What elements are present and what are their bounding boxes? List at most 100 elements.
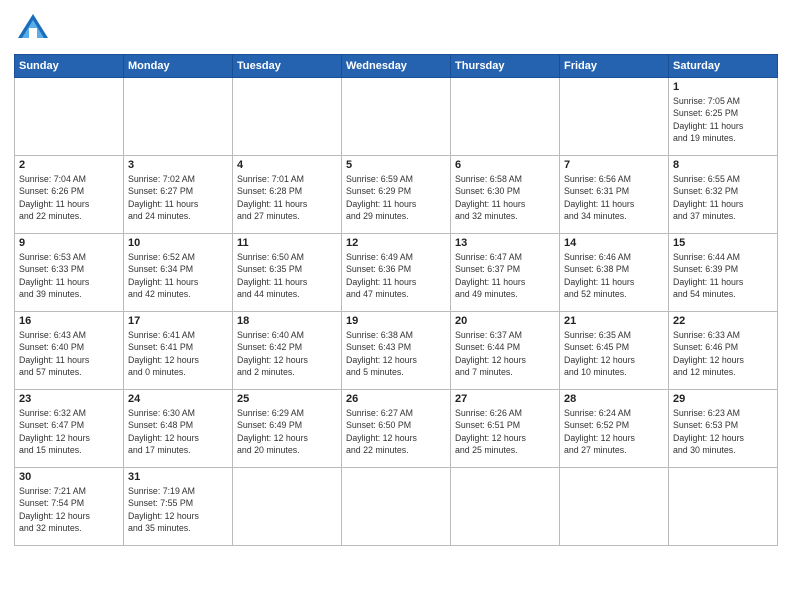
day-number: 17	[128, 315, 228, 327]
day-info: Sunrise: 6:59 AM Sunset: 6:29 PM Dayligh…	[346, 173, 446, 222]
day-number: 25	[237, 393, 337, 405]
day-cell	[669, 468, 778, 546]
day-info: Sunrise: 6:24 AM Sunset: 6:52 PM Dayligh…	[564, 407, 664, 456]
day-info: Sunrise: 6:53 AM Sunset: 6:33 PM Dayligh…	[19, 251, 119, 300]
calendar-table: SundayMondayTuesdayWednesdayThursdayFrid…	[14, 54, 778, 546]
day-cell: 10Sunrise: 6:52 AM Sunset: 6:34 PM Dayli…	[124, 234, 233, 312]
day-cell	[560, 468, 669, 546]
day-cell: 7 Sunrise: 6:56 AM Sunset: 6:31 PM Daylig…	[560, 156, 669, 234]
day-number: 3	[128, 159, 228, 171]
day-info: Sunrise: 7:01 AM Sunset: 6:28 PM Dayligh…	[237, 173, 337, 222]
weekday-header-row: SundayMondayTuesdayWednesdayThursdayFrid…	[15, 55, 778, 78]
day-info: Sunrise: 6:38 AM Sunset: 6:43 PM Dayligh…	[346, 329, 446, 378]
day-info: Sunrise: 6:58 AM Sunset: 6:30 PM Dayligh…	[455, 173, 555, 222]
day-cell: 1Sunrise: 7:05 AM Sunset: 6:25 PM Daylig…	[669, 78, 778, 156]
day-cell: 22Sunrise: 6:33 AM Sunset: 6:46 PM Dayli…	[669, 312, 778, 390]
day-cell: 2 Sunrise: 7:04 AM Sunset: 6:26 PM Daylig…	[15, 156, 124, 234]
day-info: Sunrise: 6:56 AM Sunset: 6:31 PM Dayligh…	[564, 173, 664, 222]
day-number: 22	[673, 315, 773, 327]
logo-icon	[14, 10, 52, 48]
day-number: 31	[128, 471, 228, 483]
day-cell: 15 Sunrise: 6:44 AM Sunset: 6:39 PM Dayli…	[669, 234, 778, 312]
day-cell	[342, 78, 451, 156]
day-cell: 9Sunrise: 6:53 AM Sunset: 6:33 PM Daylig…	[15, 234, 124, 312]
week-row-3: 9Sunrise: 6:53 AM Sunset: 6:33 PM Daylig…	[15, 234, 778, 312]
day-info: Sunrise: 6:23 AM Sunset: 6:53 PM Dayligh…	[673, 407, 773, 456]
day-info: Sunrise: 6:29 AM Sunset: 6:49 PM Dayligh…	[237, 407, 337, 456]
day-number: 27	[455, 393, 555, 405]
day-info: Sunrise: 6:44 AM Sunset: 6:39 PM Dayligh…	[673, 251, 773, 300]
day-info: Sunrise: 6:35 AM Sunset: 6:45 PM Dayligh…	[564, 329, 664, 378]
weekday-header-thursday: Thursday	[451, 55, 560, 78]
day-number: 2	[19, 159, 119, 171]
day-cell: 18Sunrise: 6:40 AM Sunset: 6:42 PM Dayli…	[233, 312, 342, 390]
weekday-header-sunday: Sunday	[15, 55, 124, 78]
day-cell: 3 Sunrise: 7:02 AM Sunset: 6:27 PM Daylig…	[124, 156, 233, 234]
day-number: 14	[564, 237, 664, 249]
day-cell	[560, 78, 669, 156]
day-info: Sunrise: 6:40 AM Sunset: 6:42 PM Dayligh…	[237, 329, 337, 378]
day-cell: 13 Sunrise: 6:47 AM Sunset: 6:37 PM Dayli…	[451, 234, 560, 312]
day-info: Sunrise: 6:37 AM Sunset: 6:44 PM Dayligh…	[455, 329, 555, 378]
day-cell: 6Sunrise: 6:58 AM Sunset: 6:30 PM Daylig…	[451, 156, 560, 234]
day-number: 8	[673, 159, 773, 171]
day-cell: 8 Sunrise: 6:55 AM Sunset: 6:32 PM Daylig…	[669, 156, 778, 234]
day-cell: 21 Sunrise: 6:35 AM Sunset: 6:45 PM Dayli…	[560, 312, 669, 390]
day-info: Sunrise: 6:46 AM Sunset: 6:38 PM Dayligh…	[564, 251, 664, 300]
day-cell	[15, 78, 124, 156]
day-info: Sunrise: 6:50 AM Sunset: 6:35 PM Dayligh…	[237, 251, 337, 300]
day-number: 16	[19, 315, 119, 327]
weekday-header-tuesday: Tuesday	[233, 55, 342, 78]
day-cell: 17 Sunrise: 6:41 AM Sunset: 6:41 PM Dayli…	[124, 312, 233, 390]
day-info: Sunrise: 7:02 AM Sunset: 6:27 PM Dayligh…	[128, 173, 228, 222]
day-cell	[451, 78, 560, 156]
day-cell: 12Sunrise: 6:49 AM Sunset: 6:36 PM Dayli…	[342, 234, 451, 312]
day-info: Sunrise: 6:43 AM Sunset: 6:40 PM Dayligh…	[19, 329, 119, 378]
day-number: 20	[455, 315, 555, 327]
day-cell: 16 Sunrise: 6:43 AM Sunset: 6:40 PM Dayli…	[15, 312, 124, 390]
day-info: Sunrise: 6:47 AM Sunset: 6:37 PM Dayligh…	[455, 251, 555, 300]
day-number: 21	[564, 315, 664, 327]
day-number: 13	[455, 237, 555, 249]
day-cell	[124, 78, 233, 156]
day-number: 19	[346, 315, 446, 327]
day-number: 15	[673, 237, 773, 249]
day-number: 11	[237, 237, 337, 249]
day-info: Sunrise: 6:30 AM Sunset: 6:48 PM Dayligh…	[128, 407, 228, 456]
day-cell: 19 Sunrise: 6:38 AM Sunset: 6:43 PM Dayli…	[342, 312, 451, 390]
day-cell: 23Sunrise: 6:32 AM Sunset: 6:47 PM Dayli…	[15, 390, 124, 468]
weekday-header-wednesday: Wednesday	[342, 55, 451, 78]
week-row-6: 30Sunrise: 7:21 AM Sunset: 7:54 PM Dayli…	[15, 468, 778, 546]
week-row-1: 1Sunrise: 7:05 AM Sunset: 6:25 PM Daylig…	[15, 78, 778, 156]
day-number: 28	[564, 393, 664, 405]
day-info: Sunrise: 7:19 AM Sunset: 7:55 PM Dayligh…	[128, 485, 228, 534]
weekday-header-monday: Monday	[124, 55, 233, 78]
day-cell: 28 Sunrise: 6:24 AM Sunset: 6:52 PM Dayli…	[560, 390, 669, 468]
day-info: Sunrise: 7:04 AM Sunset: 6:26 PM Dayligh…	[19, 173, 119, 222]
day-cell: 4 Sunrise: 7:01 AM Sunset: 6:28 PM Daylig…	[233, 156, 342, 234]
header	[14, 10, 778, 48]
page: SundayMondayTuesdayWednesdayThursdayFrid…	[0, 0, 792, 612]
week-row-4: 16 Sunrise: 6:43 AM Sunset: 6:40 PM Dayli…	[15, 312, 778, 390]
day-cell: 5Sunrise: 6:59 AM Sunset: 6:29 PM Daylig…	[342, 156, 451, 234]
day-number: 26	[346, 393, 446, 405]
day-cell: 11 Sunrise: 6:50 AM Sunset: 6:35 PM Dayli…	[233, 234, 342, 312]
day-info: Sunrise: 6:32 AM Sunset: 6:47 PM Dayligh…	[19, 407, 119, 456]
day-cell: 26Sunrise: 6:27 AM Sunset: 6:50 PM Dayli…	[342, 390, 451, 468]
day-number: 4	[237, 159, 337, 171]
day-cell: 14 Sunrise: 6:46 AM Sunset: 6:38 PM Dayli…	[560, 234, 669, 312]
day-cell: 27Sunrise: 6:26 AM Sunset: 6:51 PM Dayli…	[451, 390, 560, 468]
day-number: 7	[564, 159, 664, 171]
weekday-header-friday: Friday	[560, 55, 669, 78]
day-info: Sunrise: 6:55 AM Sunset: 6:32 PM Dayligh…	[673, 173, 773, 222]
logo	[14, 10, 58, 48]
day-cell: 31 Sunrise: 7:19 AM Sunset: 7:55 PM Dayli…	[124, 468, 233, 546]
day-cell	[233, 468, 342, 546]
day-info: Sunrise: 6:41 AM Sunset: 6:41 PM Dayligh…	[128, 329, 228, 378]
day-cell: 25 Sunrise: 6:29 AM Sunset: 6:49 PM Dayli…	[233, 390, 342, 468]
day-number: 30	[19, 471, 119, 483]
day-number: 24	[128, 393, 228, 405]
day-info: Sunrise: 6:52 AM Sunset: 6:34 PM Dayligh…	[128, 251, 228, 300]
day-info: Sunrise: 6:49 AM Sunset: 6:36 PM Dayligh…	[346, 251, 446, 300]
day-cell: 24 Sunrise: 6:30 AM Sunset: 6:48 PM Dayli…	[124, 390, 233, 468]
